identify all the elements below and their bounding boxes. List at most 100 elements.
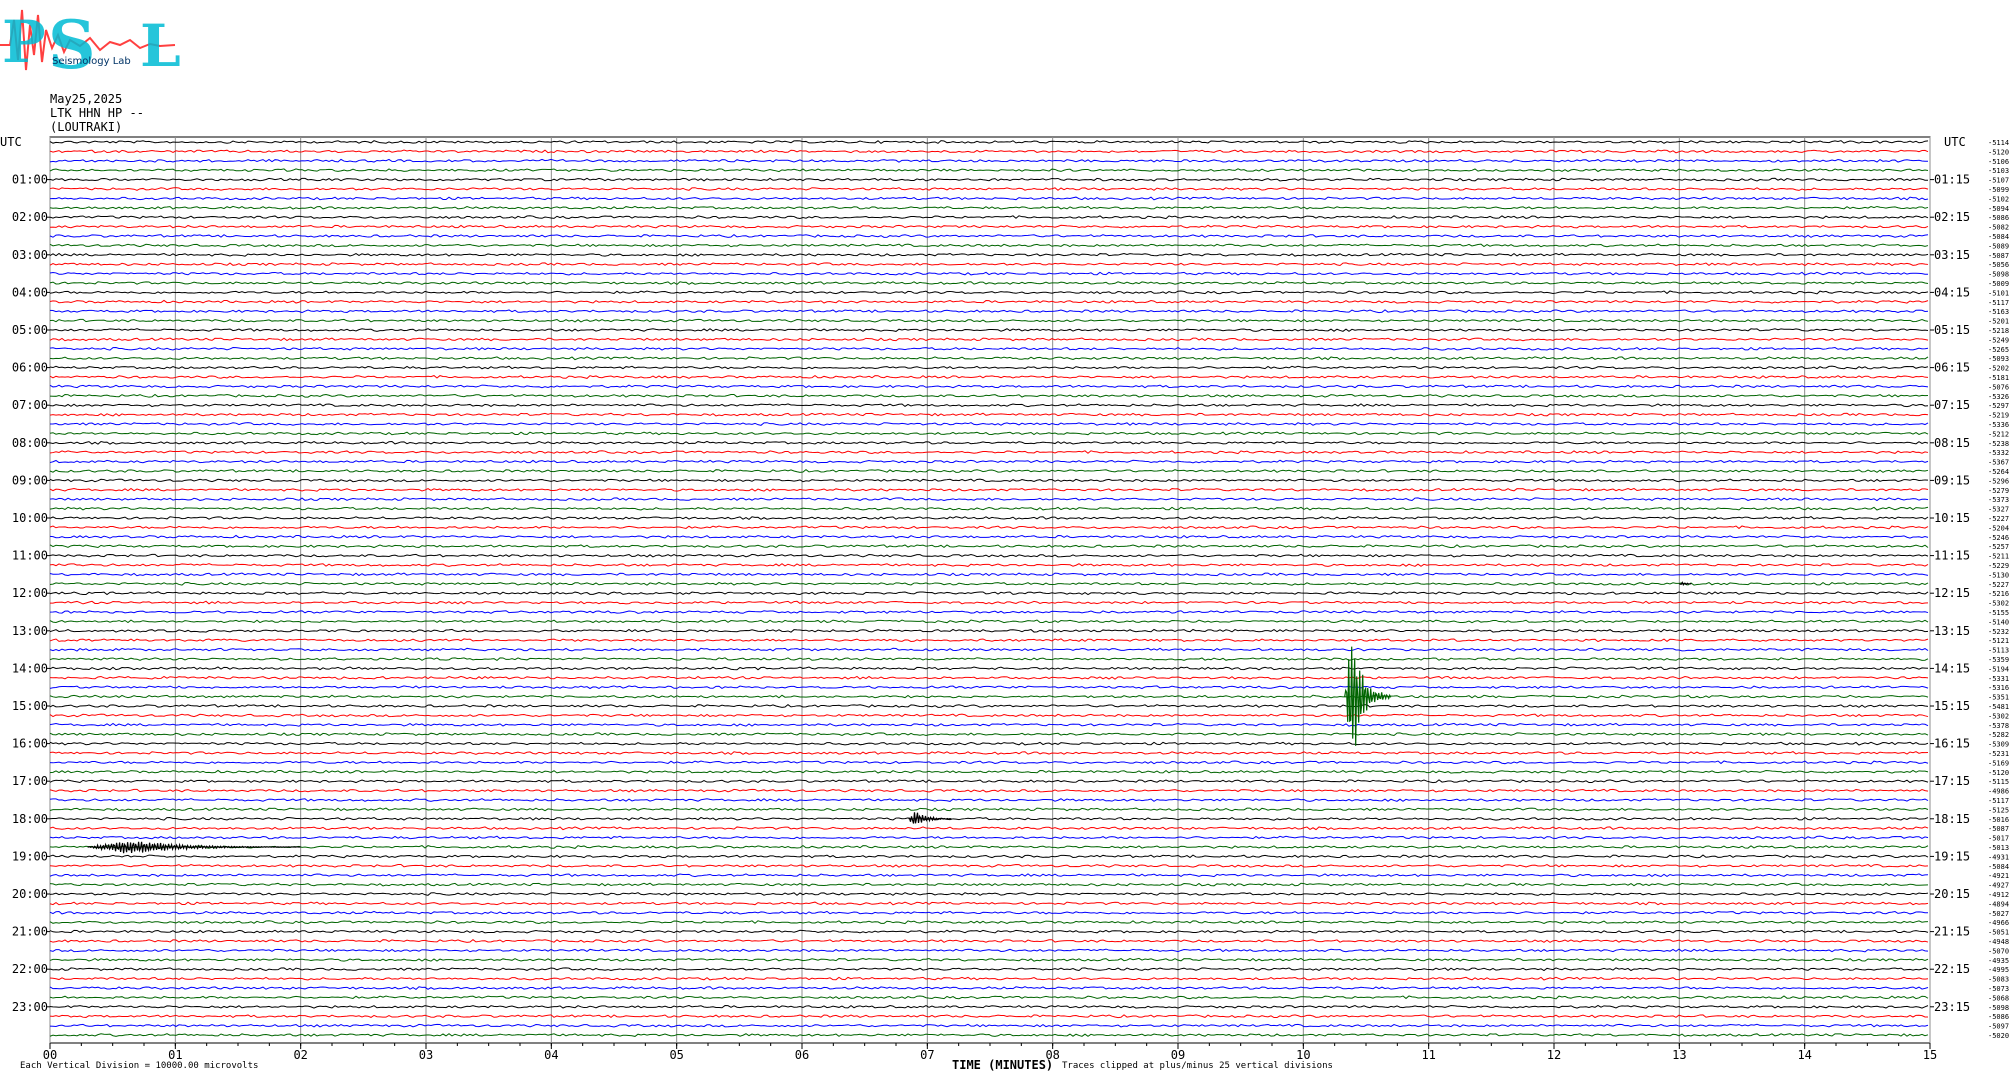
- trace-line: [49, 835, 1929, 840]
- trace-line: [49, 647, 1929, 652]
- trace-line: [49, 553, 1929, 558]
- left-hour-label: 06:00: [12, 361, 48, 375]
- trace-line: [49, 318, 1929, 323]
- trace-offset-label: -5121: [1988, 637, 2009, 645]
- left-hour-label: 03:00: [12, 248, 48, 262]
- trace-line: [49, 863, 1929, 868]
- trace-offset-label: -5140: [1988, 618, 2009, 626]
- trace-line: [49, 187, 1929, 191]
- trace-offset-label: -5212: [1988, 430, 2009, 438]
- trace-offset-label: -5231: [1988, 750, 2009, 758]
- trace-line: [49, 271, 1929, 276]
- trace-line: [49, 412, 1929, 417]
- trace-offset-label: -5016: [1988, 816, 2009, 824]
- left-hour-label: 21:00: [12, 925, 48, 939]
- left-hour-label: 02:00: [12, 210, 48, 224]
- trace-offset-label: -5155: [1988, 609, 2009, 617]
- trace-offset-label: -5086: [1988, 214, 2009, 222]
- trace-offset-label: -5326: [1988, 393, 2009, 401]
- trace-line: [49, 581, 1929, 586]
- trace-offset-label: -4995: [1988, 966, 2009, 974]
- trace-line: [49, 600, 1929, 605]
- trace-offset-label: -5086: [1988, 1013, 2009, 1021]
- trace-line: [49, 713, 1929, 718]
- trace-offset-label: -5099: [1988, 186, 2009, 194]
- trace-line: [49, 666, 1929, 671]
- trace-line: [49, 901, 1929, 906]
- right-hour-label: 22:15: [1934, 962, 1970, 976]
- trace-offset-label: -5120: [1988, 769, 2009, 777]
- left-hour-label: 08:00: [12, 436, 48, 450]
- trace-line: [49, 845, 1929, 849]
- trace-line: [49, 262, 1929, 267]
- trace-offset-label: -4931: [1988, 853, 2009, 861]
- trace-offset-label: -5219: [1988, 412, 2009, 420]
- trace-line: [49, 328, 1929, 332]
- trace-line: [49, 769, 1929, 774]
- trace-line: [49, 375, 1929, 379]
- trace-line: [49, 704, 1929, 708]
- trace-offset-label: -5336: [1988, 421, 2009, 429]
- trace-line: [49, 638, 1929, 643]
- trace-line: [49, 798, 1929, 802]
- x-axis-title: TIME (MINUTES): [952, 1058, 1054, 1072]
- x-tick-label: 00: [43, 1048, 57, 1062]
- trace-offset-label: -5082: [1988, 224, 2009, 232]
- trace-line: [49, 882, 1929, 887]
- right-hour-label: 07:15: [1934, 398, 1970, 412]
- clip-note: Traces clipped at plus/minus 25 vertical…: [1062, 1061, 1333, 1071]
- trace-line: [49, 1033, 1929, 1037]
- right-hour-label: 01:15: [1934, 173, 1970, 187]
- trace-line: [49, 892, 1929, 896]
- right-hour-label: 04:15: [1934, 285, 1970, 299]
- trace-offset-label: -4894: [1988, 900, 2009, 908]
- trace-offset-label: -5017: [1988, 835, 2009, 843]
- trace-offset-label: -5264: [1988, 468, 2009, 476]
- trace-line: [49, 1023, 1929, 1028]
- trace-offset-label: -5246: [1988, 534, 2009, 542]
- trace-line: [49, 873, 1929, 878]
- trace-line: [49, 356, 1929, 361]
- trace-line: [49, 685, 1929, 690]
- trace-line: [49, 751, 1929, 755]
- right-hour-label: 06:15: [1934, 361, 1970, 375]
- trace-offset-label: -5089: [1988, 242, 2009, 250]
- trace-line: [49, 243, 1929, 248]
- seismic-event: [87, 841, 301, 854]
- right-hour-label: 09:15: [1934, 473, 1970, 487]
- trace-offset-label: -5302: [1988, 712, 2009, 720]
- left-hour-label: 04:00: [12, 285, 48, 299]
- trace-offset-label: -5097: [1988, 1023, 2009, 1031]
- right-axis-title: UTC: [1944, 135, 1966, 149]
- trace-offset-label: -5113: [1988, 647, 2009, 655]
- trace-offset-label: -5056: [1988, 261, 2009, 269]
- trace-line: [49, 675, 1929, 680]
- trace-line: [49, 478, 1929, 483]
- trace-line: [49, 948, 1929, 953]
- trace-offset-label: -5094: [1988, 205, 2009, 213]
- trace-offset-label: -4966: [1988, 919, 2009, 927]
- trace-offset-label: -5309: [1988, 741, 2009, 749]
- trace-offset-label: -4927: [1988, 882, 2009, 890]
- trace-offset-label: -5051: [1988, 929, 2009, 937]
- trace-line: [49, 440, 1929, 445]
- x-tick-label: 10: [1296, 1048, 1310, 1062]
- trace-offset-label: -5227: [1988, 515, 2009, 523]
- seismic-event: [908, 812, 952, 824]
- trace-line: [49, 1014, 1929, 1019]
- trace-offset-label: -5249: [1988, 336, 2009, 344]
- right-hour-label: 14:15: [1934, 661, 1970, 675]
- right-hour-label: 11:15: [1934, 549, 1970, 563]
- trace-line: [49, 281, 1929, 285]
- left-axis-title: UTC: [0, 135, 22, 149]
- trace-offset-label: -5020: [1988, 1032, 2009, 1040]
- trace-line: [49, 591, 1929, 596]
- trace-offset-label: -5359: [1988, 656, 2009, 664]
- trace-offset-label: -5232: [1988, 628, 2009, 636]
- trace-offset-label: -5238: [1988, 440, 2009, 448]
- trace-offset-label: -5302: [1988, 600, 2009, 608]
- trace-offset-label: -4948: [1988, 938, 2009, 946]
- trace-offset-label: -5114: [1988, 139, 2009, 147]
- x-tick-label: 07: [920, 1048, 934, 1062]
- left-hour-label: 13:00: [12, 624, 48, 638]
